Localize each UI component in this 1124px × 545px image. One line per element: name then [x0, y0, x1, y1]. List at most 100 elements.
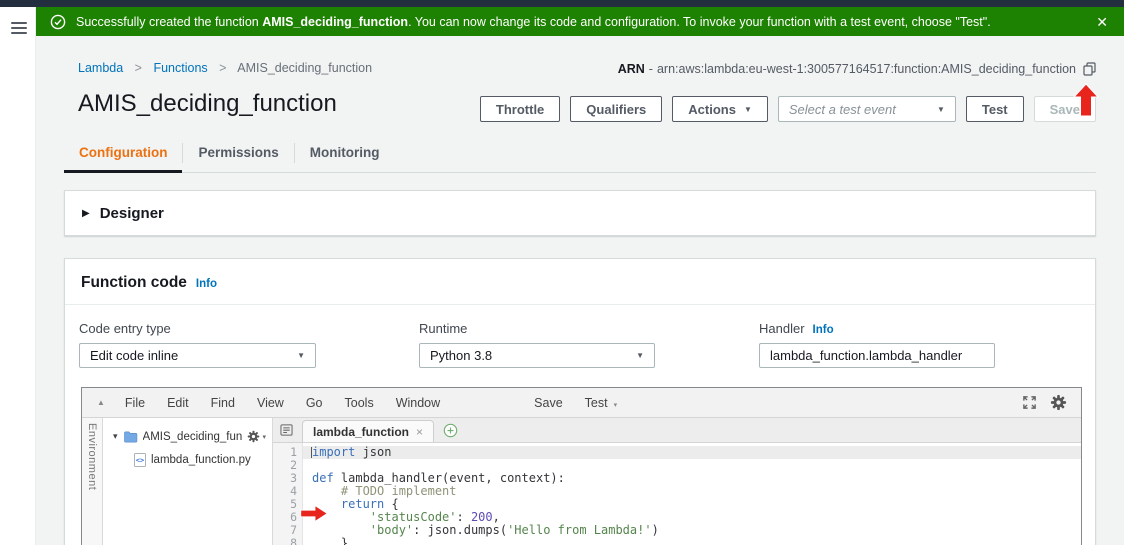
tab-configuration[interactable]: Configuration [64, 134, 183, 173]
page-title: AMIS_deciding_function [78, 90, 337, 117]
function-code-title: Function code [81, 274, 187, 291]
menu-tools[interactable]: Tools [334, 396, 385, 410]
menu-edit[interactable]: Edit [156, 396, 200, 410]
designer-title: Designer [99, 204, 164, 222]
chevron-down-icon: ▾ [113, 431, 118, 441]
editor-test-menu[interactable]: Test ▾ [574, 396, 628, 410]
action-buttons: Throttle Qualifiers Actions ▼ Select a te… [479, 96, 1096, 122]
handler-field: Handler Info [759, 321, 995, 368]
main-content: Lambda > Functions > AMIS_deciding_funct… [36, 36, 1124, 545]
new-tab-icon[interactable] [443, 423, 458, 438]
function-arn: ARN - arn:aws:lambda:eu-west-1:300577164… [618, 62, 1096, 76]
top-nav-edge [0, 0, 1124, 7]
code-area[interactable]: 123456789 import json def lambda_handler… [273, 443, 1081, 545]
editor-tab-lambda-function[interactable]: lambda_function × [302, 420, 435, 442]
chevron-down-icon: ▼ [743, 104, 752, 114]
tab-list-icon[interactable] [280, 424, 293, 436]
test-label: Test [981, 101, 1008, 117]
tree-folder-name: AMIS_deciding_fun [142, 430, 243, 443]
close-icon[interactable]: ✕ [1096, 15, 1108, 29]
environment-label: Environment [86, 423, 98, 491]
annotation-arrow-right-icon [300, 504, 329, 523]
gear-icon[interactable] [1050, 394, 1067, 411]
editor-test-label: Test [584, 395, 608, 410]
tab-close-icon[interactable]: × [416, 425, 423, 439]
menu-go[interactable]: Go [295, 396, 334, 410]
function-code-info-link[interactable]: Info [196, 278, 217, 290]
annotation-arrow-up-icon [1073, 83, 1099, 117]
code-entry-type-value: Edit code inline [90, 348, 179, 363]
tab-permissions[interactable]: Permissions [183, 134, 293, 172]
handler-input[interactable] [759, 343, 995, 368]
tree-folder-row[interactable]: ▾ AMIS_deciding_fun ▾ [103, 425, 272, 448]
tab-monitoring-label: Monitoring [309, 145, 380, 160]
banner-message-prefix: Successfully created the function [76, 14, 263, 29]
file-tree: ▾ AMIS_deciding_fun ▾ <> lambda_function… [103, 418, 273, 545]
code-text[interactable]: import json def lambda_handler(event, co… [303, 443, 1081, 545]
chevron-down-icon: ▾ [262, 433, 266, 441]
code-entry-type-field: Code entry type Edit code inline ▼ [79, 321, 316, 368]
tab-monitoring[interactable]: Monitoring [295, 134, 395, 172]
breadcrumb-current: AMIS_deciding_function [237, 61, 373, 75]
environment-tab[interactable]: Environment [82, 418, 103, 545]
hamburger-menu-icon[interactable] [11, 22, 27, 37]
tab-permissions-label: Permissions [198, 145, 279, 160]
code-editor: ▲ File Edit Find View Go Tools Window Sa… [81, 387, 1082, 545]
handler-label: Handler [759, 321, 805, 336]
collapse-menubar-icon[interactable]: ▲ [97, 398, 105, 407]
runtime-field: Runtime Python 3.8 ▼ [419, 321, 655, 368]
code-pane: lambda_function × 123456789 import json … [273, 418, 1081, 545]
python-file-icon: <> [134, 452, 146, 467]
menu-file[interactable]: File [114, 396, 156, 410]
actions-button[interactable]: Actions ▼ [672, 96, 768, 122]
tab-bar: Configuration Permissions Monitoring [64, 134, 1096, 173]
line-numbers: 123456789 [273, 443, 303, 545]
editor-save-menu[interactable]: Save [523, 396, 574, 410]
code-entry-type-label: Code entry type [79, 321, 171, 336]
throttle-button[interactable]: Throttle [479, 96, 561, 122]
banner-function-name: AMIS_deciding_function [262, 14, 409, 29]
expand-triangle-icon: ▶ [82, 207, 90, 219]
editor-tabbar: lambda_function × [273, 418, 1081, 443]
menu-window[interactable]: Window [385, 396, 451, 410]
runtime-value: Python 3.8 [430, 348, 493, 363]
function-code-header: Function code Info [65, 259, 1095, 305]
banner-message-suffix: . You can now change its code and config… [408, 14, 991, 29]
fullscreen-icon[interactable] [1022, 395, 1037, 410]
breadcrumb-link-functions[interactable]: Functions [153, 61, 207, 75]
handler-info-link[interactable]: Info [813, 324, 834, 336]
breadcrumb-separator: > [219, 61, 227, 75]
runtime-select[interactable]: Python 3.8 ▼ [419, 343, 655, 368]
chevron-down-icon: ▼ [936, 104, 945, 114]
test-event-placeholder: Select a test event [788, 101, 896, 117]
menu-view[interactable]: View [246, 396, 295, 410]
tree-settings-gear-icon[interactable] [247, 430, 260, 443]
breadcrumb-separator: > [134, 61, 142, 75]
menu-find[interactable]: Find [200, 396, 246, 410]
code-entry-type-select[interactable]: Edit code inline ▼ [79, 343, 316, 368]
folder-icon [123, 431, 137, 442]
tree-file-row[interactable]: <> lambda_function.py [103, 448, 272, 471]
qualifiers-label: Qualifiers [586, 101, 647, 117]
success-banner: Successfully created the function AMIS_d… [36, 7, 1124, 36]
tab-configuration-label: Configuration [79, 145, 168, 160]
qualifiers-button[interactable]: Qualifiers [570, 96, 663, 122]
designer-panel[interactable]: ▶ Designer [64, 190, 1096, 236]
chevron-down-icon: ▼ [297, 351, 305, 360]
test-event-select[interactable]: Select a test event ▼ [777, 96, 956, 122]
throttle-label: Throttle [495, 101, 545, 117]
actions-label: Actions [688, 101, 736, 117]
arn-value: arn:aws:lambda:eu-west-1:300577164517:fu… [656, 62, 1076, 76]
editor-body: Environment ▾ AMIS_deciding_fun ▾ <> lam… [82, 418, 1081, 545]
lambda-console-screen: Successfully created the function AMIS_d… [0, 0, 1124, 545]
editor-tab-label: lambda_function [313, 424, 410, 439]
tree-file-name: lambda_function.py [151, 453, 251, 466]
chevron-down-icon: ▼ [636, 351, 644, 360]
svg-text:<>: <> [136, 456, 144, 464]
breadcrumb-link-lambda[interactable]: Lambda [78, 61, 123, 75]
chevron-down-icon: ▾ [613, 401, 618, 409]
arn-label: ARN [617, 62, 645, 76]
test-button[interactable]: Test [965, 96, 1024, 122]
success-check-icon [50, 14, 66, 29]
copy-icon[interactable] [1083, 62, 1096, 76]
